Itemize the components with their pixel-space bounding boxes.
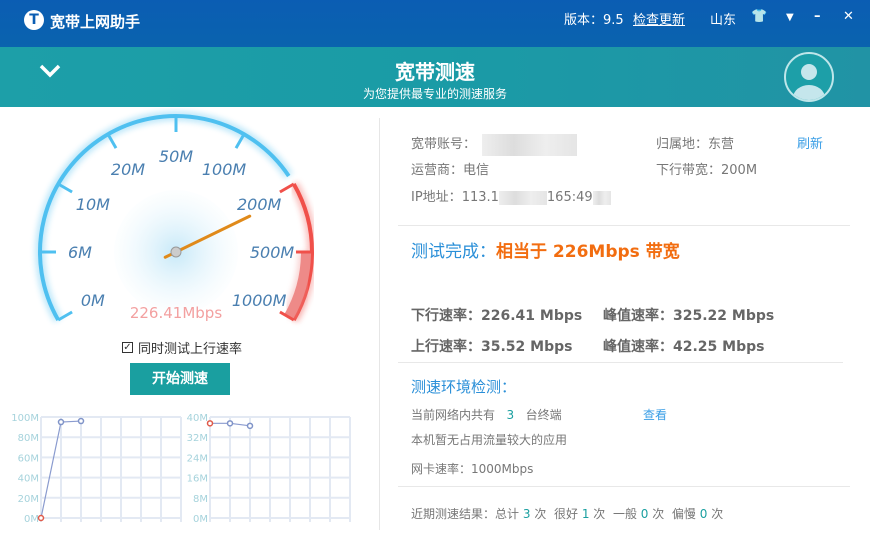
start-test-button[interactable]: 开始测速 — [130, 363, 230, 395]
upload-peak: 峰值速率：42.25 Mbps — [603, 339, 765, 355]
history-summary: 近期测速结果：总计 3 次 很好 1 次 一般 0 次 偏慢 0 次 — [411, 507, 724, 521]
data-point — [37, 514, 45, 522]
y-tick-label: 60M — [18, 453, 39, 464]
gauge-tick-label: 500M — [250, 243, 295, 262]
divider — [398, 486, 850, 487]
data-point — [206, 420, 214, 427]
y-tick-label: 32M — [187, 433, 208, 444]
line-chart-0: 0M 20M 40M 60M 80M 100M — [11, 413, 182, 525]
speed-history-charts: 0M 20M 40M 60M 80M 100M 0M 8M 16M 24M 32M 40M — [11, 413, 351, 525]
gauge-tick-label: 10M — [76, 195, 110, 214]
gauge-hub — [170, 246, 182, 258]
bandwidth-field: 下行带宽：200M — [656, 163, 758, 178]
result-headline: 测试完成：相当于 226Mbps 带宽 — [411, 242, 680, 262]
line-chart-1: 0M 8M 16M 24M 32M 40M — [187, 413, 351, 525]
gauge-tick-label: 6M — [68, 243, 92, 262]
gauge-tick-label: 50M — [159, 147, 193, 166]
version-label: 版本：9.5 — [564, 13, 624, 28]
region-selector[interactable]: 山东 — [710, 9, 736, 28]
location-field: 归属地：东营 — [656, 137, 735, 152]
data-point — [246, 422, 254, 430]
gauge-reading: 226.41Mbps — [130, 304, 222, 322]
divider — [398, 225, 850, 226]
upload-test-checkbox[interactable]: ✓ 同时测试上行速率 — [122, 338, 242, 357]
close-icon[interactable]: ✕ — [843, 9, 854, 24]
y-tick-label: 0M — [193, 514, 208, 525]
divider — [398, 362, 843, 363]
y-tick-label: 0M — [24, 514, 39, 525]
app-logo-icon: T — [24, 10, 44, 30]
app-title: 宽带上网助手 — [50, 13, 141, 31]
data-point — [57, 418, 65, 426]
gauge-tick-label: 20M — [111, 160, 145, 179]
account-label: 宽带账号： — [411, 133, 578, 156]
data-point — [77, 417, 85, 425]
download-peak: 峰值速率：325.22 Mbps — [603, 308, 775, 324]
data-point — [226, 420, 234, 427]
gauge-tick-label: 100M — [202, 160, 247, 179]
view-devices-link[interactable]: 查看 — [643, 406, 667, 423]
isp-field: 运营商：电信 — [411, 163, 490, 178]
env-check-title: 测速环境检测： — [411, 378, 517, 396]
gauge-tick-label: 0M — [81, 291, 105, 310]
gauge-tick-label: 1000M — [232, 291, 287, 310]
nic-speed: 网卡速率：1000Mbps — [411, 462, 534, 476]
speed-gauge: 0M 6M 10M20M 50M 100M 200M 500M 1000M 226.41Mbp… — [35, 111, 317, 323]
ip-field: IP地址：113.1 165:49 — [411, 186, 611, 205]
refresh-link[interactable]: 刷新 — [797, 133, 823, 152]
y-tick-label: 8M — [193, 494, 208, 505]
y-tick-label: 80M — [18, 433, 39, 444]
title-bar: T 宽带上网助手 版本：9.5 检查更新 山东 👕 ▼ – ✕ — [0, 0, 870, 47]
y-tick-label: 40M — [18, 474, 39, 485]
y-tick-label: 24M — [187, 453, 208, 464]
check-update-link[interactable]: 检查更新 — [633, 9, 685, 28]
device-count: 当前网络内共有 3 台终端 — [411, 408, 562, 422]
upload-speed: 上行速率：35.52 Mbps — [411, 339, 573, 355]
menu-dropdown-icon[interactable]: ▼ — [786, 12, 794, 23]
page-title: 宽带测速 — [395, 60, 475, 84]
y-tick-label: 16M — [187, 474, 208, 485]
y-tick-label: 40M — [187, 413, 208, 424]
account-value-blurred — [482, 133, 578, 156]
checkbox-box[interactable]: ✓ — [122, 342, 133, 353]
skin-icon[interactable]: 👕 — [751, 9, 767, 24]
download-speed: 下行速率：226.41 Mbps — [411, 308, 583, 324]
user-avatar-icon[interactable] — [784, 52, 834, 102]
y-tick-label: 100M — [11, 413, 39, 424]
app-usage-status: 本机暂无占用流量较大的应用 — [411, 433, 568, 447]
y-tick-label: 20M — [18, 494, 39, 505]
upload-test-label: 同时测试上行速率 — [138, 342, 243, 357]
page-subtitle: 为您提供最专业的测速服务 — [362, 87, 507, 101]
minimize-icon[interactable]: – — [814, 9, 821, 24]
gauge-tick-label: 200M — [237, 195, 282, 214]
vertical-divider — [379, 118, 380, 530]
